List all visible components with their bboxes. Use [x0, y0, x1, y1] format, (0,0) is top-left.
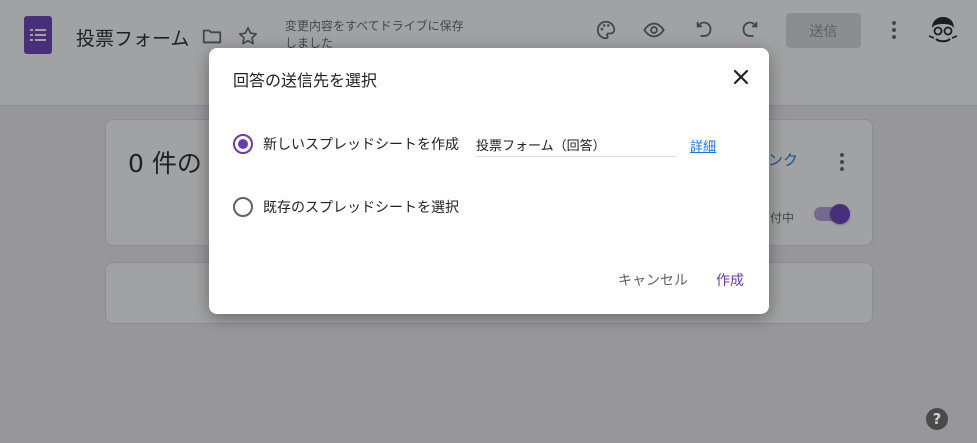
spreadsheet-name-input[interactable] [475, 133, 677, 157]
option-existing-spreadsheet-label: 既存のスプレッドシートを選択 [263, 200, 459, 216]
radio-existing-spreadsheet[interactable] [233, 197, 253, 217]
select-response-destination-dialog: 回答の送信先を選択 新しいスプレッドシートを作成 詳細 既存のスプレッドシートを… [209, 48, 769, 314]
help-icon[interactable]: ? [926, 408, 948, 430]
radio-new-spreadsheet[interactable] [233, 134, 253, 154]
cancel-button[interactable]: キャンセル [618, 270, 688, 290]
radio-selected-dot [238, 139, 248, 149]
dialog-title: 回答の送信先を選択 [233, 71, 378, 90]
create-button[interactable]: 作成 [716, 270, 744, 290]
option-new-spreadsheet-label: 新しいスプレッドシートを作成 [263, 137, 459, 153]
option-new-spreadsheet[interactable]: 新しいスプレッドシートを作成 [233, 134, 459, 154]
option-existing-spreadsheet[interactable]: 既存のスプレッドシートを選択 [233, 197, 459, 217]
close-icon[interactable] [729, 65, 753, 89]
details-link[interactable]: 詳細 [690, 136, 716, 155]
